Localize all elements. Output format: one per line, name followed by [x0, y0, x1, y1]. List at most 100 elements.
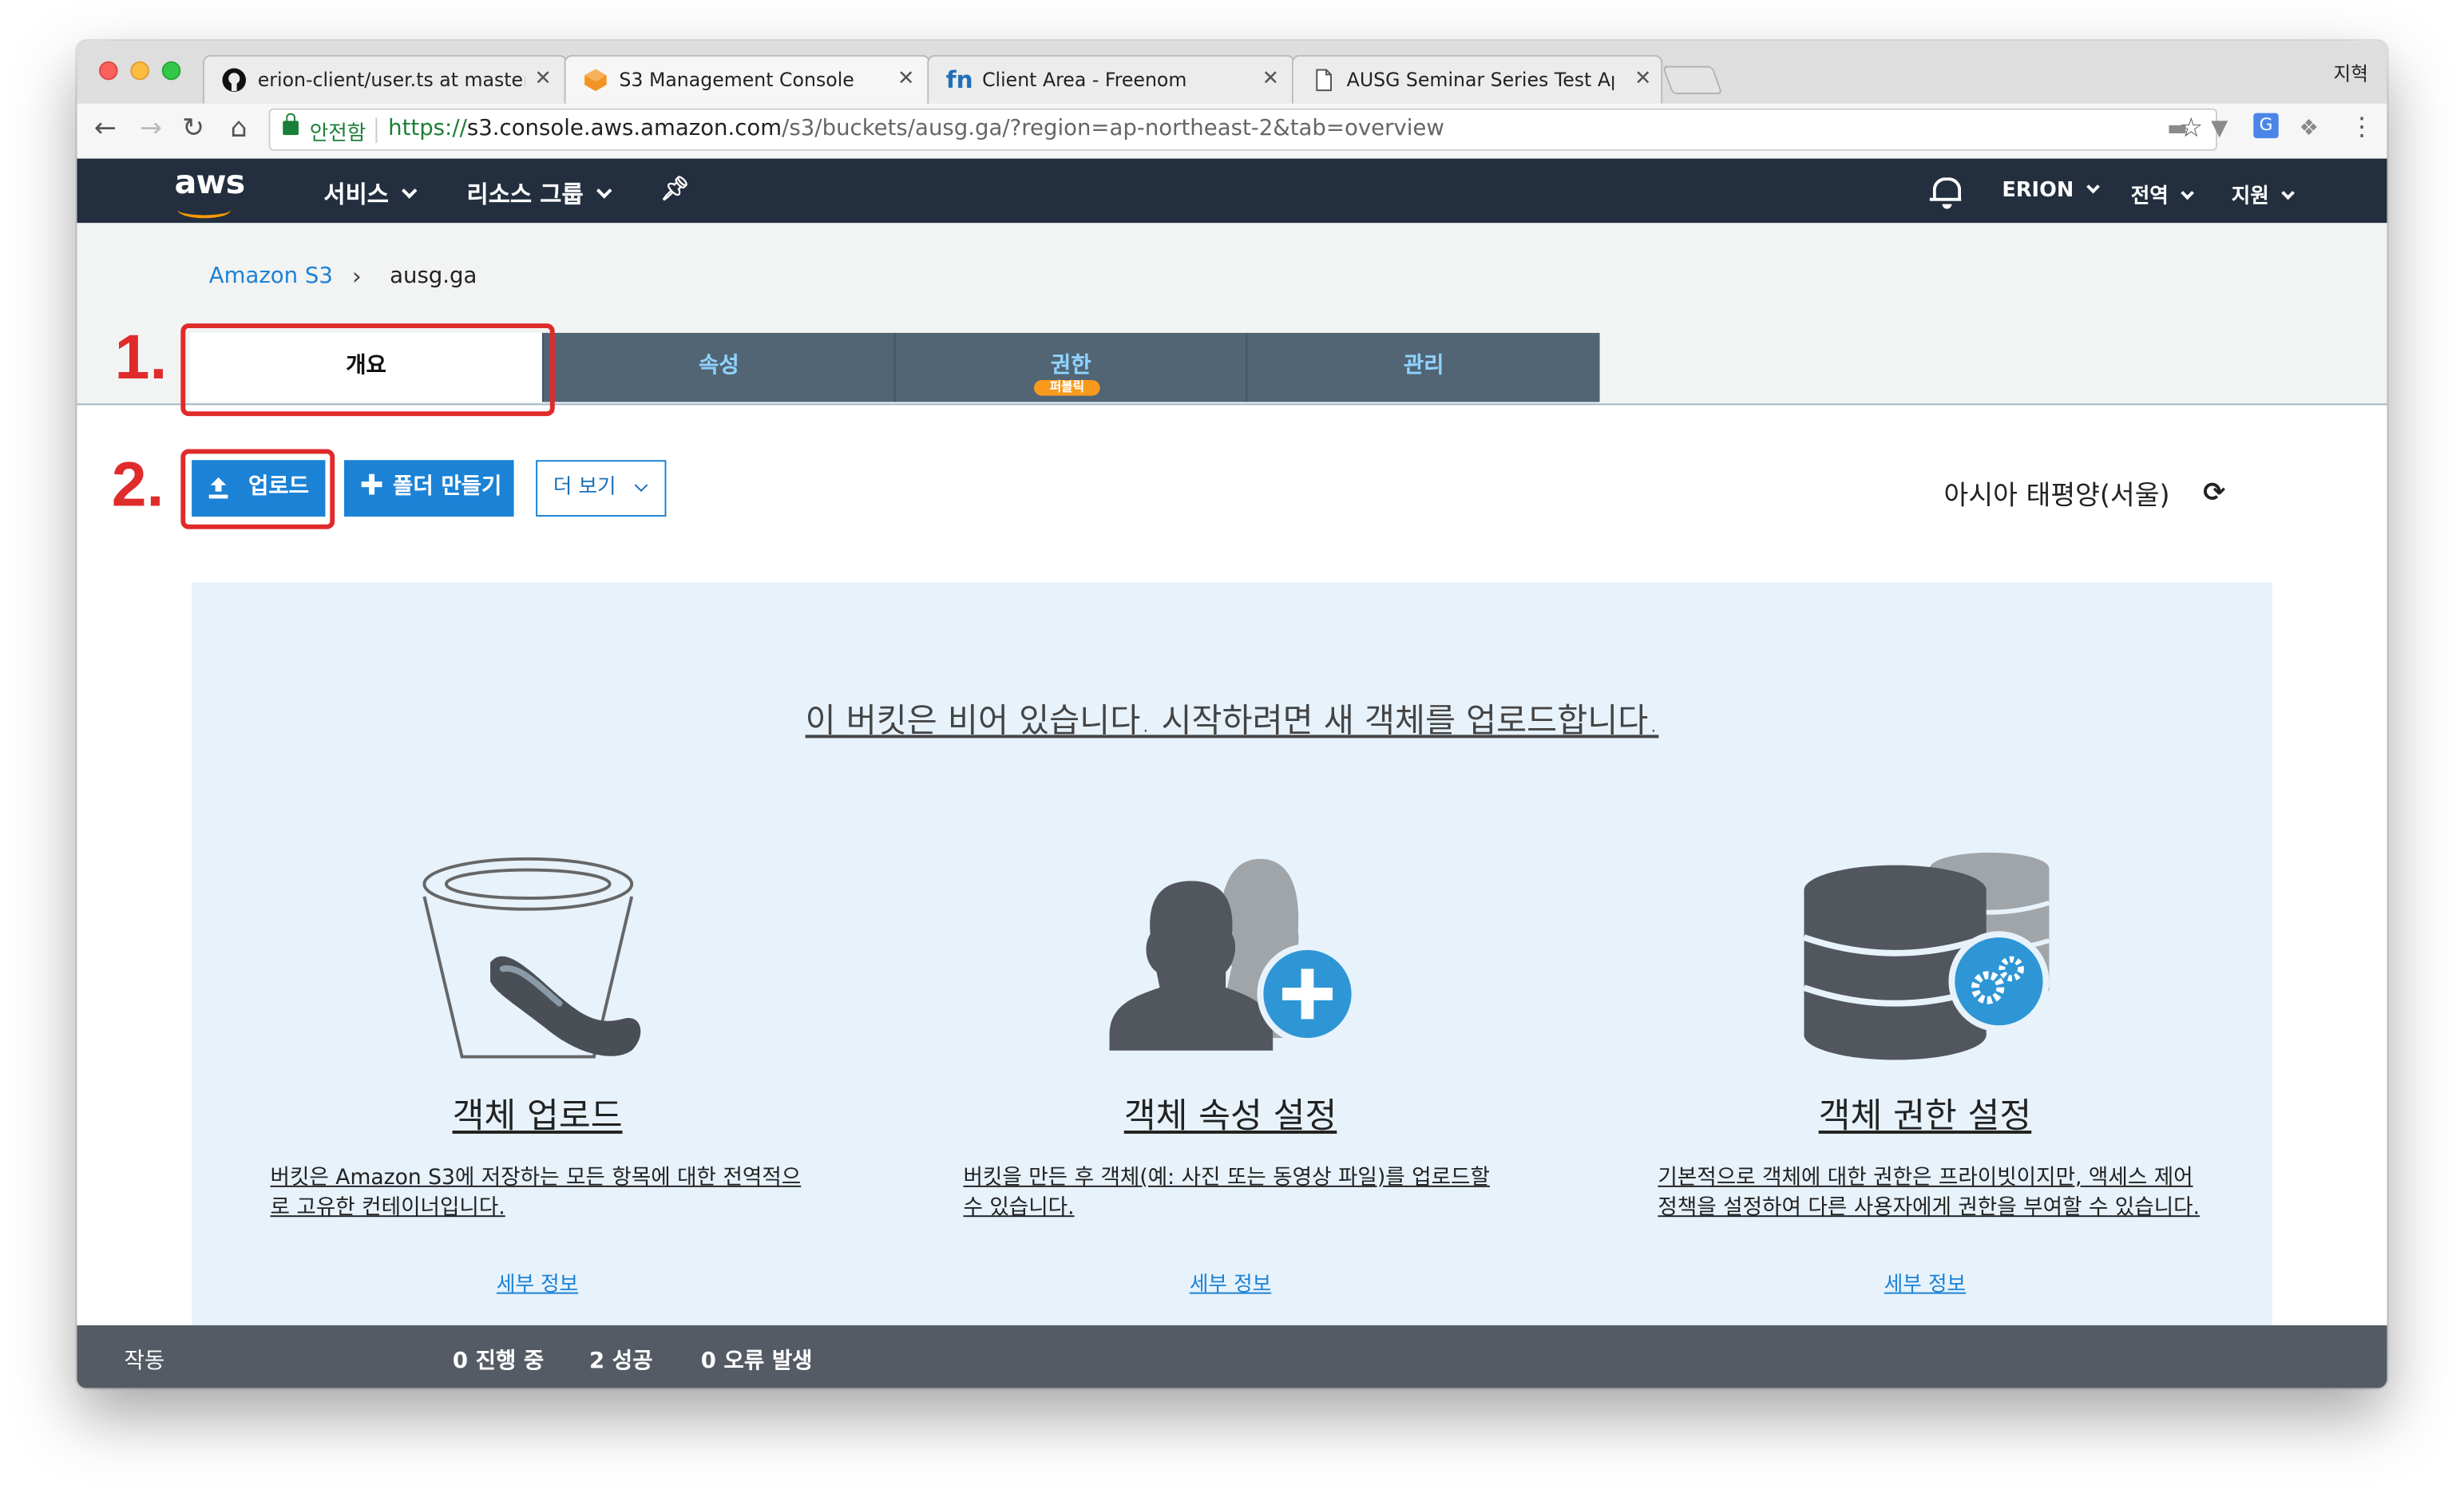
column-title[interactable]: 객체 업로드 [192, 1088, 883, 1139]
breadcrumb-root[interactable]: Amazon S3 [209, 263, 333, 288]
operations-status-bar[interactable]: 작동 0 진행 중 2 성공 0 오류 발생 [77, 1325, 2387, 1388]
details-link[interactable]: 세부 정보 [885, 1267, 1576, 1297]
browser-window: erion-client/user.ts at master · ✕ S3 Ma… [77, 41, 2387, 1388]
region-label: 전역 [2130, 185, 2169, 209]
aws-logo-smile [177, 201, 232, 219]
forward-arrow-icon[interactable]: → [133, 113, 168, 145]
github-icon [222, 68, 247, 93]
secure-label: 안전함 [309, 122, 366, 146]
profile-name[interactable]: 지혁 [2333, 60, 2367, 86]
upload-label: 업로드 [248, 473, 310, 500]
minimize-window-button[interactable] [130, 61, 149, 81]
extension-v-icon[interactable]: ▼ [2211, 117, 2228, 141]
browser-tab-bar: erion-client/user.ts at master · ✕ S3 Ma… [77, 41, 2387, 104]
chevron-down-icon [596, 183, 612, 199]
account-menu[interactable]: ERION [2002, 179, 2100, 203]
region-display: 아시아 태평양(서울) [1943, 480, 2170, 513]
in-progress-count[interactable]: 0 진행 중 [453, 1344, 544, 1375]
create-folder-button[interactable]: ✚ 폴더 만들기 [344, 460, 514, 517]
aws-s3-icon [583, 68, 608, 93]
column-description: 버킷을 만든 후 객체(예: 사진 또는 동영상 파일)를 업로드할수 있습니다… [963, 1163, 1513, 1223]
home-icon[interactable]: ⌂ [222, 113, 256, 145]
bucket-icon [409, 850, 660, 1062]
empty-state-panel: 이 버킷은 비어 있습니다. 시작하려면 새 객체를 업로드합니다. 객체 업로… [192, 582, 2272, 1367]
region-menu[interactable]: 전역 [2130, 179, 2194, 209]
tab-properties[interactable]: 속성 [543, 332, 896, 402]
menu-dots-icon[interactable]: ⋮ [2349, 112, 2374, 141]
column-title[interactable]: 객체 권한 설정 [1579, 1088, 2271, 1139]
tab-label: 속성 [699, 353, 739, 378]
tab-permissions[interactable]: 권한 퍼블릭 [895, 332, 1248, 402]
upload-button[interactable]: 업로드 [192, 460, 326, 517]
dropbox-icon[interactable]: ❖ [2299, 117, 2319, 141]
public-badge: 퍼블릭 [1034, 379, 1100, 396]
reload-icon[interactable]: ↻ [176, 113, 210, 145]
divider [375, 117, 378, 143]
bell-icon[interactable] [1929, 177, 1962, 209]
database-gear-icon [1804, 850, 2055, 1062]
support-menu[interactable]: 지원 [2231, 179, 2295, 209]
chevron-down-icon [2281, 186, 2295, 200]
more-label: 더 보기 [553, 475, 616, 500]
tab-label: 관리 [1403, 353, 1444, 378]
browser-toolbar: ← → ↻ ⌂ 안전함 https://s3.console.aws.amazo… [77, 103, 2387, 160]
status-label: 작동 [124, 1349, 165, 1374]
details-link[interactable]: 세부 정보 [1579, 1267, 2271, 1297]
description-line: 로 고유한 컨테이너입니다. [270, 1194, 505, 1221]
address-bar[interactable]: 안전함 https://s3.console.aws.amazon.com/s3… [268, 108, 2218, 151]
breadcrumb-separator: › [351, 262, 362, 291]
aws-navbar: aws 서비스 리소스 그룹 📌︎ ERION 전역 지원 [77, 158, 2387, 224]
translate-icon[interactable]: G [2253, 113, 2279, 139]
main-content: Amazon S3 › ausg.ga 개요 속성 권한 퍼블릭 관리 1. 2.… [77, 223, 2387, 1388]
maximize-window-button[interactable] [161, 61, 181, 81]
url-scheme: https:// [388, 116, 467, 142]
breadcrumb-bucket: ausg.ga [390, 263, 477, 289]
url-text: https://s3.console.aws.amazon.com/s3/buc… [388, 117, 1444, 141]
tab-close-icon[interactable]: ✕ [1262, 68, 1279, 92]
more-actions-dropdown[interactable]: 더 보기 [536, 460, 667, 517]
users-add-icon [1109, 850, 1361, 1062]
column-description: 기본적으로 객체에 대한 권한은 프라이빗이지만, 액세스 제어 정책을 설정하여… [1658, 1163, 2224, 1223]
url-path: /s3/buckets/ausg.ga/?region=ap-northeast… [782, 116, 1444, 142]
empty-state-message[interactable]: 이 버킷은 비어 있습니다. 시작하려면 새 객체를 업로드합니다. [192, 695, 2272, 743]
description-line: 버킷을 만든 후 객체(예: 사진 또는 동영상 파일)를 업로드할 [963, 1165, 1490, 1190]
tab-title: erion-client/user.ts at master · [257, 69, 525, 92]
browser-tab-ausg[interactable]: AUSG Seminar Series Test App ✕ [1291, 54, 1663, 104]
error-count[interactable]: 0 오류 발생 [701, 1344, 813, 1375]
browser-tab-freenom[interactable]: fn Client Area - Freenom ✕ [927, 54, 1295, 104]
back-arrow-icon[interactable]: ← [88, 113, 122, 145]
description-line: 수 있습니다. [963, 1194, 1075, 1221]
tab-title: Client Area - Freenom [982, 69, 1187, 92]
extension-cast-icon[interactable]: ▬ [2167, 117, 2188, 141]
aws-logo[interactable]: aws [174, 164, 245, 201]
tab-title: S3 Management Console [619, 69, 854, 92]
step-1-highlight [180, 323, 555, 417]
chevron-down-icon [634, 478, 648, 493]
support-label: 지원 [2231, 185, 2269, 209]
create-folder-label: 폴더 만들기 [393, 473, 502, 500]
services-menu[interactable]: 서비스 [323, 177, 418, 210]
tab-close-icon[interactable]: ✕ [1634, 68, 1651, 92]
plus-icon: ✚ [359, 469, 384, 503]
browser-tab-github[interactable]: erion-client/user.ts at master · ✕ [202, 54, 568, 104]
tab-close-icon[interactable]: ✕ [534, 68, 551, 92]
pin-icon[interactable]: 📌︎ [660, 174, 690, 202]
tab-close-icon[interactable]: ✕ [897, 68, 914, 92]
column-description: 버킷은 Amazon S3에 저장하는 모든 항목에 대한 전역적으 로 고유한 … [271, 1163, 805, 1223]
refresh-icon[interactable]: ⟳ [2203, 477, 2225, 509]
url-host: s3.console.aws.amazon.com [466, 116, 782, 142]
freenom-icon: fn [945, 65, 973, 95]
success-count[interactable]: 2 성공 [589, 1344, 652, 1375]
browser-tab-s3[interactable]: S3 Management Console ✕ [564, 54, 931, 104]
upload-icon [208, 460, 230, 513]
resource-groups-menu[interactable]: 리소스 그룹 [467, 177, 612, 210]
close-window-button[interactable] [98, 61, 118, 81]
tab-title: AUSG Seminar Series Test App [1346, 69, 1614, 92]
details-link[interactable]: 세부 정보 [192, 1267, 883, 1297]
account-label: ERION [2002, 179, 2074, 203]
column-title[interactable]: 객체 속성 설정 [885, 1088, 1576, 1139]
chevron-down-icon [2181, 186, 2194, 200]
tab-management[interactable]: 관리 [1247, 332, 1600, 402]
new-tab-button[interactable] [1662, 65, 1723, 95]
lock-icon [283, 113, 299, 136]
